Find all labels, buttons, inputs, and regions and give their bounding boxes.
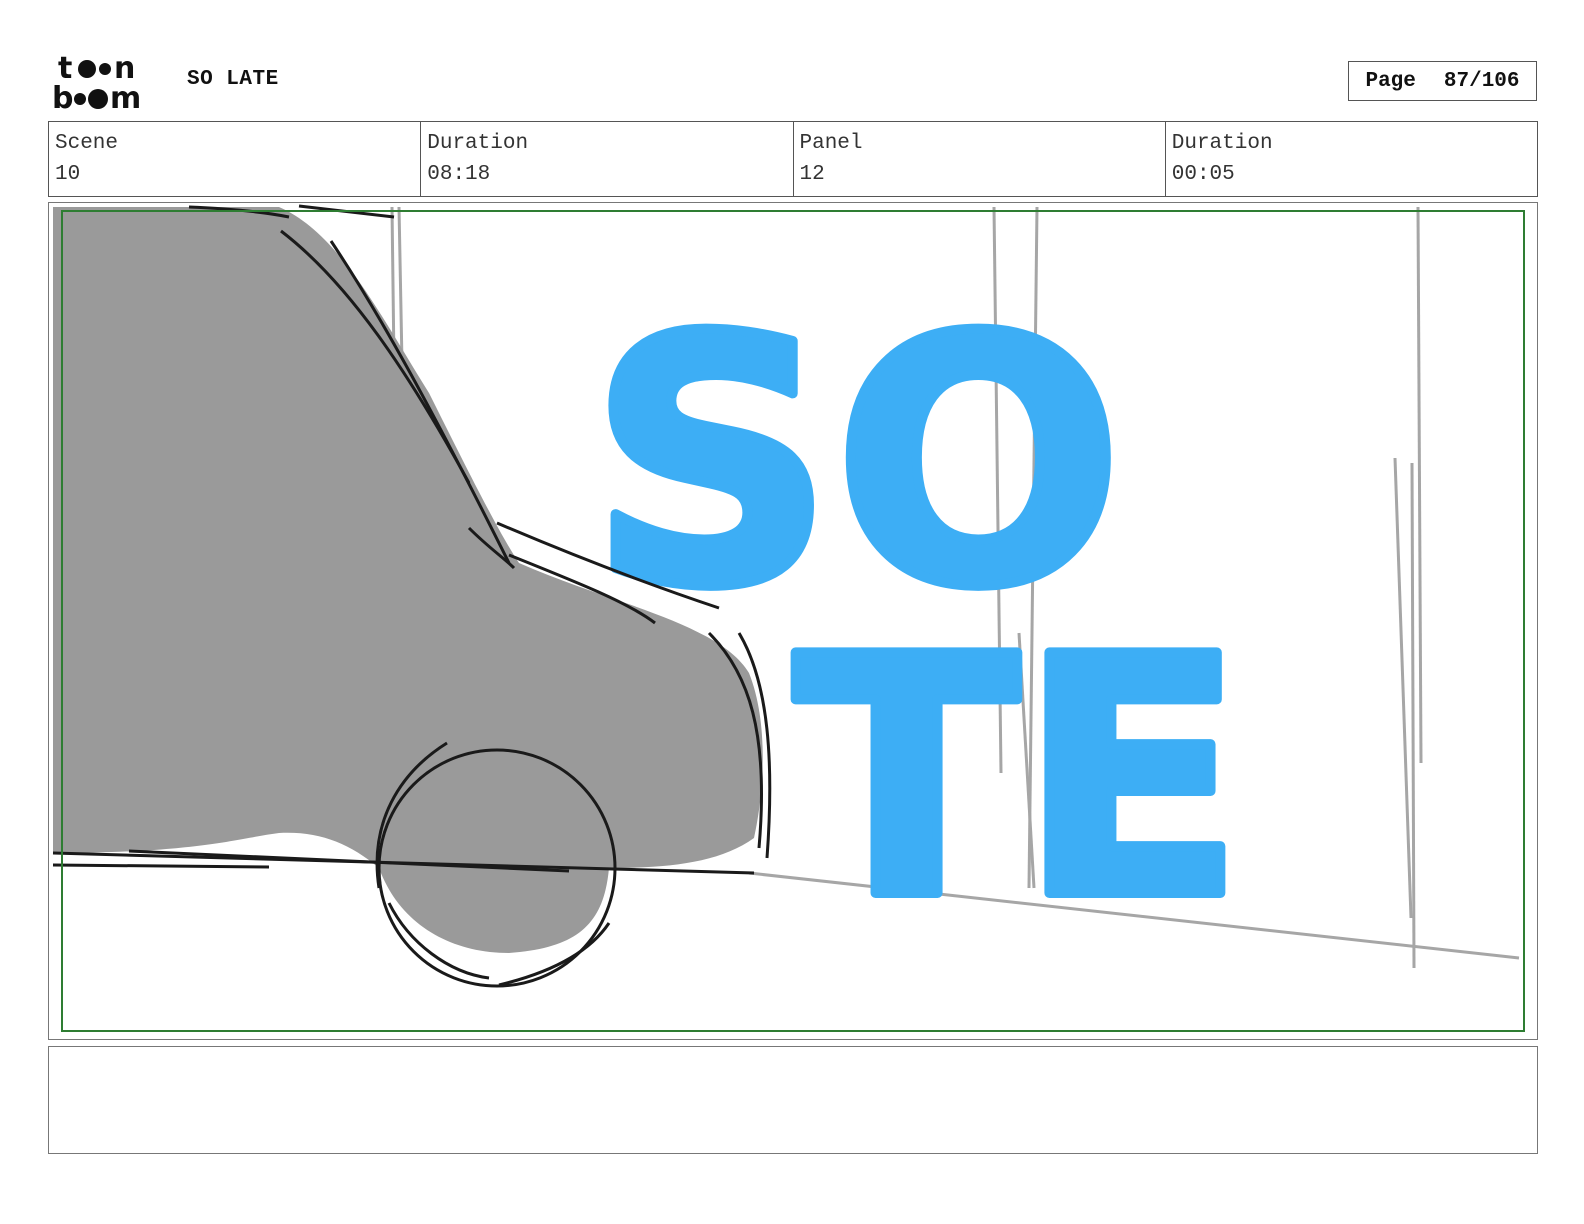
panel-duration-value: 00:05 xyxy=(1171,163,1235,186)
safe-area-frame xyxy=(61,210,1525,1032)
scene-value: 10 xyxy=(55,163,81,186)
svg-text:m: m xyxy=(110,81,141,112)
scene-duration-label: Duration xyxy=(427,132,529,155)
panel-duration-label: Duration xyxy=(1171,132,1273,155)
panel-info-table: Scene 10 Duration 08:18 Panel 12 Duratio… xyxy=(48,121,1538,197)
storyboard-panel: SO TE xyxy=(48,202,1538,1040)
panel-value: 12 xyxy=(799,163,825,186)
panel-duration-cell: Duration 00:05 xyxy=(1166,122,1537,196)
scene-label: Scene xyxy=(55,132,119,155)
page-label: Page xyxy=(1365,69,1416,93)
scene-duration-cell: Duration 08:18 xyxy=(421,122,794,196)
scene-cell: Scene 10 xyxy=(49,122,422,196)
panel-cell: Panel 12 xyxy=(794,122,1166,196)
panel-label: Panel xyxy=(799,132,863,155)
page-number: 87/106 xyxy=(1443,69,1520,93)
panel-notes-box xyxy=(48,1046,1538,1154)
toon-boom-logo: t n b m xyxy=(52,51,141,112)
svg-text:b: b xyxy=(52,81,73,112)
project-title: SO LATE xyxy=(187,68,279,91)
scene-duration-value: 08:18 xyxy=(427,163,491,186)
page-indicator: Page 87/106 xyxy=(1348,61,1537,101)
